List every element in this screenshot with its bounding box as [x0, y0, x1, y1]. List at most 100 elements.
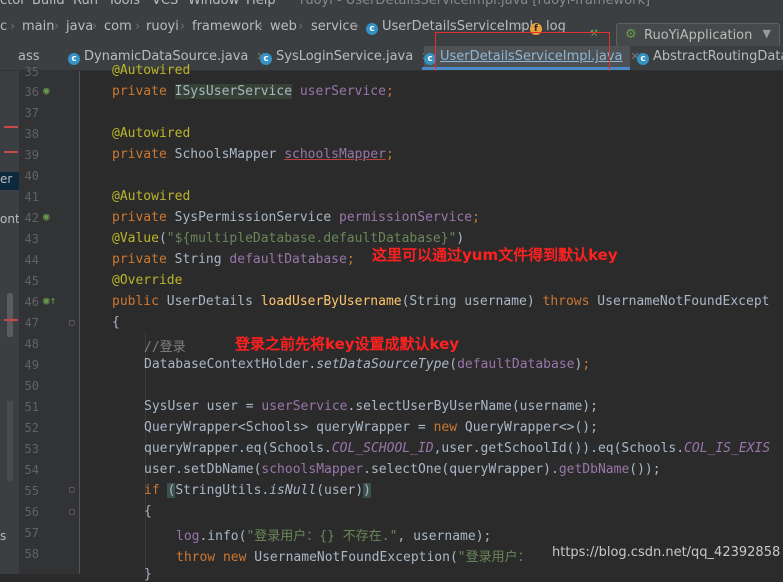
code-line-44: private String defaultDatabase; — [112, 252, 355, 267]
type-name: UserDetails — [166, 294, 253, 309]
panel-scrollbar[interactable] — [7, 293, 13, 337]
project-tree-item[interactable]: ont — [0, 212, 19, 226]
type-name: SysPermissionService — [174, 210, 332, 225]
error-marker — [4, 319, 18, 321]
line-number: 54 — [24, 463, 39, 477]
breadcrumb-item[interactable]: c — [0, 19, 7, 34]
menu-item[interactable]: ctor — [0, 0, 26, 8]
type-name: UsernameNotFoundExcept — [597, 294, 770, 309]
code-line-46: public UserDetails loadUserByUsername(St… — [112, 294, 769, 309]
menu-window[interactable]: Window — [188, 0, 239, 8]
class-icon: c — [260, 53, 272, 65]
code-line-55: if (StringUtils.isNull(user)) — [144, 483, 371, 498]
line-number: 41 — [24, 190, 39, 204]
tab-label: DynamicDataSource.java — [84, 49, 249, 64]
red-highlight-box — [435, 32, 610, 72]
string-literal: "登录用户： — [457, 550, 531, 565]
code-line-47: { — [112, 315, 120, 330]
breadcrumb-item[interactable]: ruoyi — [146, 19, 179, 34]
code-text: .selectOne(queryWrapper). — [363, 462, 559, 477]
keyword: private — [112, 210, 167, 225]
breadcrumb-item[interactable]: com — [104, 19, 132, 34]
line-number: 56 — [24, 505, 39, 519]
field-name: defaultDatabase — [229, 252, 347, 267]
field-name: log — [176, 529, 200, 544]
menu-vcs[interactable]: VCS — [152, 0, 178, 8]
line-number: 44 — [24, 253, 39, 267]
line-number: 49 — [24, 358, 39, 372]
line-number: 48 — [24, 337, 39, 351]
class-icon: c — [68, 53, 80, 65]
breadcrumb-item[interactable]: main — [22, 19, 54, 34]
code-line-52: QueryWrapper<Schools> queryWrapper = new… — [144, 420, 598, 435]
breadcrumb-separator-icon: › — [180, 19, 186, 34]
breadcrumb-item[interactable]: web — [270, 19, 297, 34]
code-text: ,user.getSchoolId()).eq(Schools. — [433, 441, 685, 456]
bean-autowired-icon[interactable]: ◉ — [43, 84, 50, 97]
tab-abstractroutingdatasource[interactable]: c AbstractRoutingDataS — [637, 46, 783, 70]
code-line-42: private SysPermissionService permissionS… — [112, 210, 480, 225]
menu-tools[interactable]: Tools — [108, 0, 140, 8]
code-line-36: private ISysUserService userService; — [112, 84, 394, 99]
fold-icon[interactable]: ▢ — [69, 485, 74, 495]
class-icon: c — [637, 53, 649, 65]
navigation-bar: c › main › java › com › ruoyi › framewor… — [0, 8, 783, 47]
fold-icon[interactable]: ▢ — [69, 507, 74, 517]
breadcrumb-item[interactable]: java — [66, 19, 93, 34]
line-number: 45 — [24, 274, 39, 288]
line-number: 53 — [24, 442, 39, 456]
code-line-49: DatabaseContextHolder.setDataSourceType(… — [144, 357, 591, 372]
method-call: setDataSourceType — [316, 357, 450, 372]
breadcrumb-separator-icon: › — [92, 19, 98, 34]
keyword: if — [144, 483, 160, 498]
line-number: 35 — [24, 65, 39, 79]
code-line-35: @Autowired — [112, 63, 191, 78]
constant: COL_IS_EXIS — [684, 441, 771, 456]
code-text: .selectUserByUserName(username); — [347, 399, 598, 414]
override-method-icon[interactable]: ◉↑ — [43, 294, 56, 307]
chevron-down-icon: ▼ — [762, 27, 771, 40]
breadcrumb-item[interactable]: framework — [192, 19, 262, 34]
project-tree-item[interactable]: s — [0, 529, 6, 543]
code-line-58: throw new UsernameNotFoundException("登录用… — [176, 546, 531, 565]
line-number: 42 — [24, 211, 39, 225]
class-ref: DatabaseContextHolder. — [144, 357, 317, 372]
params: (String username) — [401, 294, 535, 309]
spring-run-icon: ⚙ — [625, 27, 637, 42]
project-tree-selected-item[interactable]: er — [0, 172, 19, 190]
field-name: schoolsMapper — [261, 462, 364, 477]
fold-icon[interactable]: ▢ — [69, 318, 74, 328]
breadcrumb-item[interactable]: service — [311, 19, 358, 34]
menu-run[interactable]: Run — [73, 0, 98, 8]
code-text: QueryWrapper<Schools> queryWrapper = — [144, 420, 434, 435]
tab-sysloginservice[interactable]: cSysLoginService.java✕ — [260, 46, 430, 70]
breadcrumb-separator-icon: › — [258, 19, 264, 34]
keyword: private — [112, 147, 167, 162]
menu-help[interactable]: Help — [246, 0, 276, 8]
error-marker — [4, 151, 18, 153]
line-number: 50 — [24, 379, 39, 393]
method-call: getDbName — [558, 462, 630, 477]
breadcrumb-separator-icon: › — [298, 19, 304, 34]
panel-scrollbar-track[interactable] — [7, 401, 13, 481]
code-text: UsernameNotFoundException( — [246, 550, 458, 565]
line-number: 52 — [24, 421, 39, 435]
code-line-59: } — [144, 567, 152, 582]
code-text: ()); — [629, 462, 661, 477]
menu-build[interactable]: Build — [32, 0, 65, 8]
annotation-note-1: 这里可以通过yum文件得到默认key — [372, 246, 618, 264]
error-marker — [4, 126, 18, 128]
code-line-45: @Override — [112, 273, 183, 288]
tab-label: AbstractRoutingDataS — [653, 49, 783, 64]
bean-autowired-icon[interactable]: ◉ — [43, 210, 50, 223]
annotation: @Value — [112, 231, 159, 246]
line-number: 51 — [24, 400, 39, 414]
run-configuration-select[interactable]: ⚙ RuoYiApplication ▼ — [616, 23, 780, 47]
keyword: throws — [542, 294, 590, 309]
window-title: ruoyi - UserDetailsServiceImpl.java [ruo… — [300, 0, 651, 8]
code-line-39: private SchoolsMapper schoolsMapper; — [112, 147, 394, 162]
keyword: new — [222, 550, 247, 565]
field-name: permissionService — [339, 210, 473, 225]
breadcrumb-separator-icon: › — [10, 19, 16, 34]
keyword: new — [433, 420, 458, 435]
